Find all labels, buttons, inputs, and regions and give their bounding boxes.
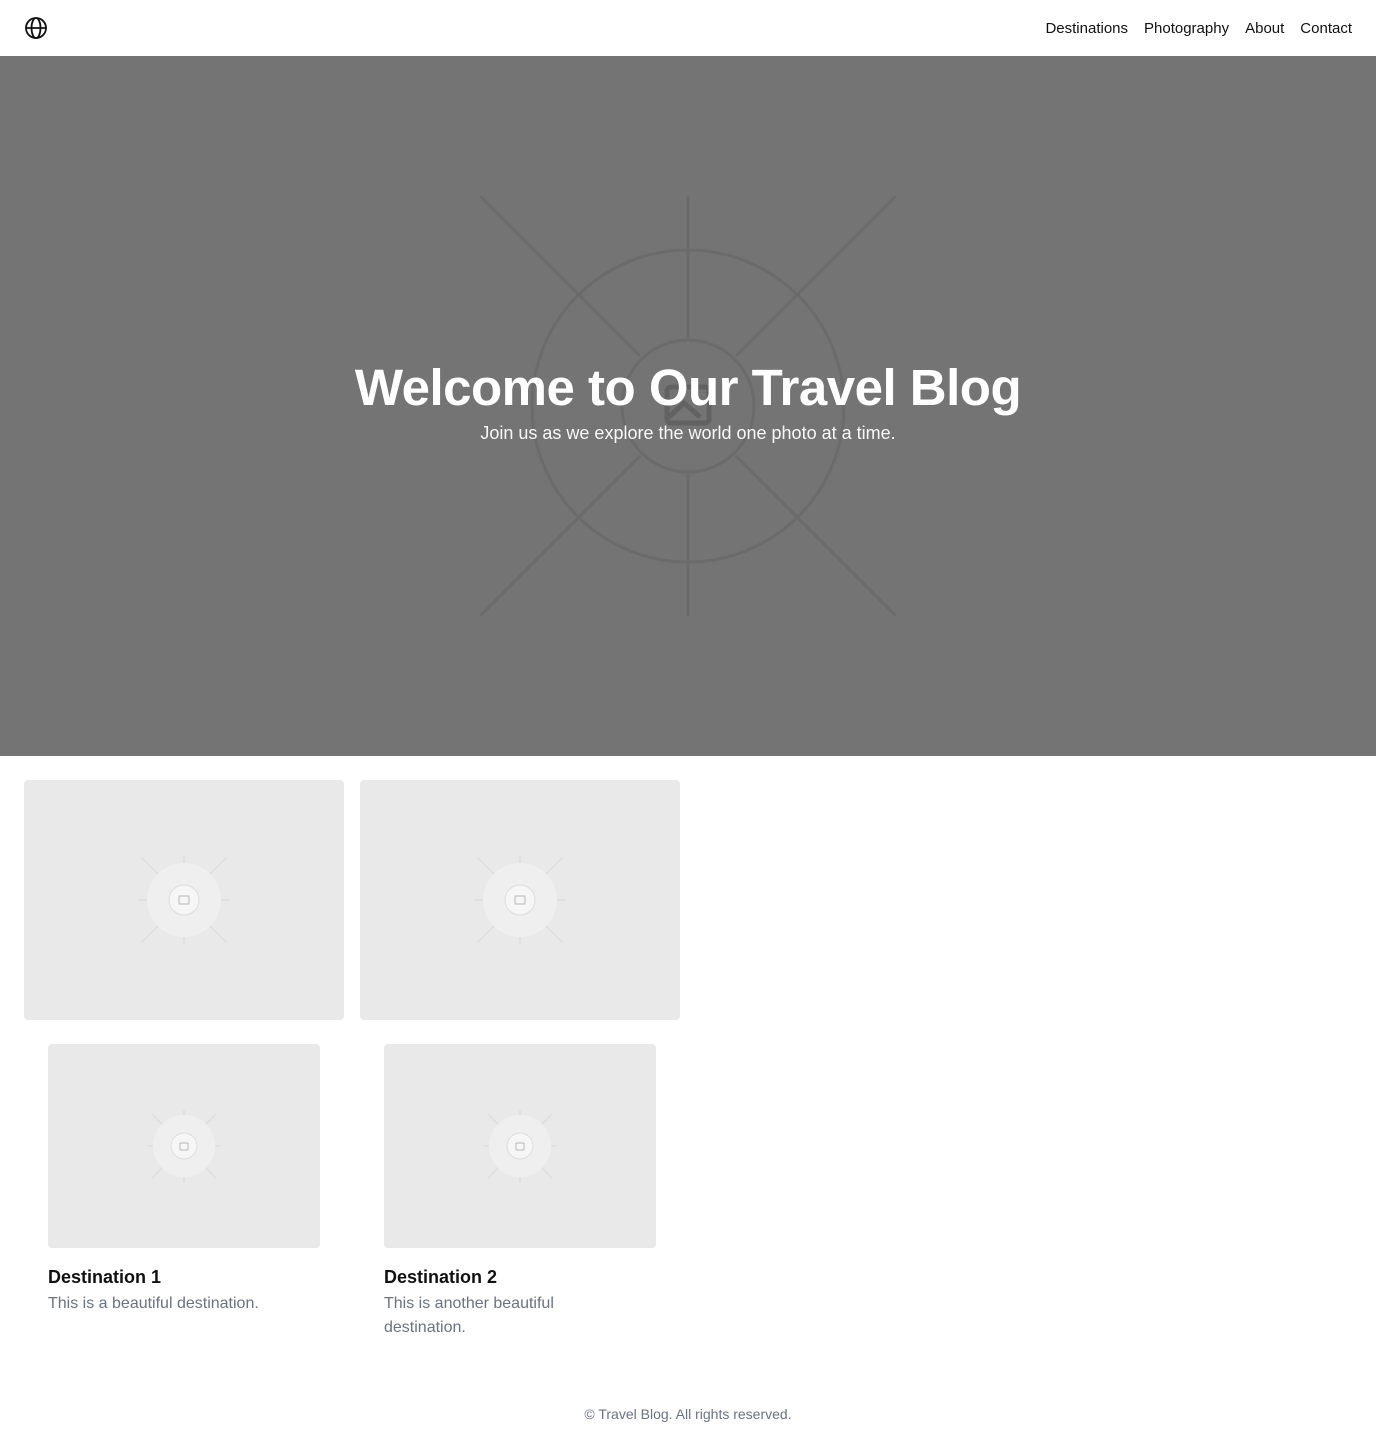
nav-about[interactable]: About: [1245, 20, 1284, 37]
site-header: Destinations Photography About Contact: [0, 0, 1376, 56]
footer-copyright: © Travel Blog. All rights reserved.: [584, 1406, 792, 1422]
gallery-image-2[interactable]: [360, 780, 680, 1020]
image-placeholder-icon: [475, 855, 565, 945]
image-placeholder-icon: [139, 855, 229, 945]
image-placeholder-icon: [148, 1110, 220, 1182]
gallery-image-1[interactable]: [24, 780, 344, 1020]
nav-photography[interactable]: Photography: [1144, 20, 1229, 37]
destination-1-description: This is a beautiful destination.: [48, 1295, 259, 1312]
destination-2-description: This is another beautiful destination.: [384, 1295, 554, 1336]
hero-banner: Welcome to Our Travel Blog Join us as we…: [0, 56, 1376, 756]
destination-2-image[interactable]: [384, 1044, 656, 1248]
destination-1-title: Destination 1: [48, 1267, 162, 1287]
image-placeholder-icon: [484, 1110, 556, 1182]
hero-subtitle: Join us as we explore the world one phot…: [480, 423, 896, 443]
destination-1-image[interactable]: [48, 1044, 320, 1248]
main-nav: Destinations Photography About Contact: [1045, 0, 1352, 56]
destination-2-title: Destination 2: [384, 1267, 498, 1287]
hero-title: Welcome to Our Travel Blog: [354, 359, 1022, 416]
globe-icon[interactable]: [24, 16, 48, 40]
nav-contact[interactable]: Contact: [1300, 20, 1352, 37]
nav-destinations[interactable]: Destinations: [1045, 20, 1128, 37]
